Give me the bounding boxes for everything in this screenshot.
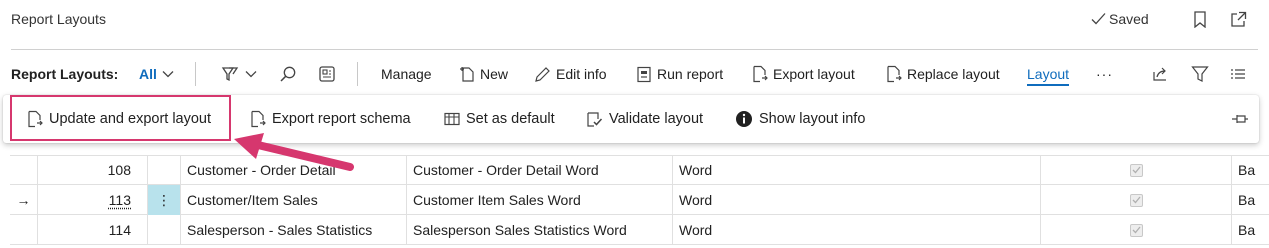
show-layout-info-button[interactable]: Show layout info [735, 95, 865, 143]
report-icon [636, 66, 652, 83]
truncated-cell: Ba [1238, 162, 1256, 178]
replace-layout-label: Replace layout [907, 66, 1000, 82]
active-tab-indicator [1027, 84, 1070, 86]
toolbar-separator [195, 62, 196, 86]
export-document-icon [250, 110, 266, 128]
layout-type-cell[interactable]: Word [673, 185, 1041, 215]
report-id-link[interactable]: 113 [109, 192, 131, 208]
layout-type-cell[interactable]: Word [673, 155, 1041, 185]
layout-name-cell[interactable]: Customer Item Sales Word [407, 185, 673, 215]
row-actions-cell[interactable] [148, 215, 181, 245]
run-report-button[interactable]: Run report [636, 58, 723, 90]
list-view-button[interactable] [318, 58, 336, 90]
annotation-arrow [234, 133, 354, 171]
table-icon [444, 112, 460, 126]
page-title: Report Layouts [11, 11, 106, 27]
layout-action-menu: Update and export layout Export report s… [3, 95, 1259, 143]
replace-layout-button[interactable]: Replace layout [886, 58, 1000, 90]
filter-pane-icon [220, 65, 240, 83]
default-checkbox-cell[interactable] [1041, 185, 1232, 215]
report-id-cell[interactable]: 108 [38, 155, 148, 185]
funnel-icon [1191, 65, 1209, 83]
view-filter-dropdown[interactable]: All [139, 58, 174, 90]
new-label: New [480, 66, 509, 82]
layout-name-cell[interactable]: Salesperson Sales Statistics Word [407, 215, 673, 245]
run-report-label: Run report [657, 66, 724, 82]
row-indicator [10, 215, 38, 245]
export-report-schema-label: Export report schema [272, 111, 411, 127]
set-as-default-button[interactable]: Set as default [444, 95, 555, 143]
tab-layout[interactable]: Layout [1027, 58, 1070, 90]
row-indicator-arrow: → [10, 185, 38, 215]
edit-info-button[interactable]: Edit info [534, 58, 607, 90]
open-new-window-icon[interactable] [1229, 10, 1247, 28]
search-button[interactable] [279, 58, 297, 90]
edit-info-label: Edit info [556, 66, 607, 82]
tab-layout-label: Layout [1027, 66, 1070, 82]
report-name-cell[interactable]: Salesperson - Sales Statistics [181, 215, 407, 245]
row-actions-cell[interactable] [148, 155, 181, 185]
export-layout-button[interactable]: Export layout [752, 58, 855, 90]
report-id-cell[interactable]: 114 [38, 215, 148, 245]
saved-status: Saved [1091, 11, 1149, 27]
validate-layout-button[interactable]: Validate layout [586, 95, 703, 143]
filter-value: All [139, 66, 157, 82]
chevron-down-icon [162, 70, 174, 78]
update-and-export-layout-label: Update and export layout [49, 111, 212, 127]
share-icon [1152, 66, 1170, 82]
row-actions-cell[interactable]: ⋮ [148, 185, 181, 215]
checkbox-checked-icon [1129, 223, 1143, 237]
report-name-cell[interactable]: Customer/Item Sales [181, 185, 407, 215]
filter-pane-button[interactable] [220, 58, 257, 90]
info-icon [735, 110, 753, 128]
show-layout-info-label: Show layout info [759, 111, 866, 127]
table-row[interactable]: 108 Customer - Order Detail Customer - O… [10, 155, 1269, 185]
bookmark-icon[interactable] [1191, 10, 1209, 28]
list-icon [1230, 67, 1246, 81]
export-document-icon [27, 110, 43, 128]
export-layout-label: Export layout [773, 66, 855, 82]
layout-type-cell[interactable]: Word [673, 215, 1041, 245]
chevron-down-icon [245, 70, 257, 78]
row-indicator [10, 155, 38, 185]
pencil-icon [534, 66, 551, 83]
filter-button[interactable] [1191, 58, 1209, 90]
update-and-export-layout-button[interactable]: Update and export layout [27, 95, 211, 143]
checkmark-icon [1091, 12, 1106, 26]
truncated-cell: Ba [1238, 222, 1256, 238]
validate-check-icon [586, 111, 603, 128]
replace-document-icon [886, 65, 902, 83]
export-document-icon [752, 65, 768, 83]
layout-name-cell[interactable]: Customer - Order Detail Word [407, 155, 673, 185]
table-row-selected[interactable]: → 113 ⋮ Customer/Item Sales Customer Ite… [10, 185, 1269, 215]
search-icon [279, 65, 297, 83]
share-button[interactable] [1152, 58, 1170, 90]
default-checkbox-cell[interactable] [1041, 215, 1232, 245]
set-as-default-label: Set as default [466, 111, 555, 127]
validate-layout-label: Validate layout [609, 111, 704, 127]
more-actions-button[interactable]: ··· [1096, 58, 1113, 90]
manage-menu[interactable]: Manage [381, 58, 432, 90]
default-checkbox-cell[interactable] [1041, 155, 1232, 185]
tile-view-icon [318, 65, 336, 83]
vertical-ellipsis-icon[interactable]: ⋮ [157, 192, 171, 209]
checkbox-checked-icon [1129, 163, 1143, 177]
list-settings-button[interactable] [1230, 58, 1246, 90]
list-caption: Report Layouts: [11, 66, 119, 82]
new-button[interactable]: New [459, 58, 508, 90]
saved-label: Saved [1109, 11, 1149, 27]
pin-icon [1231, 113, 1249, 125]
checkbox-checked-icon [1129, 193, 1143, 207]
action-bar: Report Layouts: All Manage New Edit info… [0, 58, 1269, 90]
title-bar: Report Layouts Saved [0, 0, 1269, 42]
report-id-cell[interactable]: 113 [38, 185, 148, 215]
truncated-cell: Ba [1238, 192, 1256, 208]
toolbar-separator [357, 62, 358, 86]
new-document-icon [459, 65, 475, 83]
table-row[interactable]: 114 Salesperson - Sales Statistics Sales… [10, 215, 1269, 245]
header-divider [11, 49, 1258, 50]
pin-action-bar-button[interactable] [1231, 95, 1249, 143]
